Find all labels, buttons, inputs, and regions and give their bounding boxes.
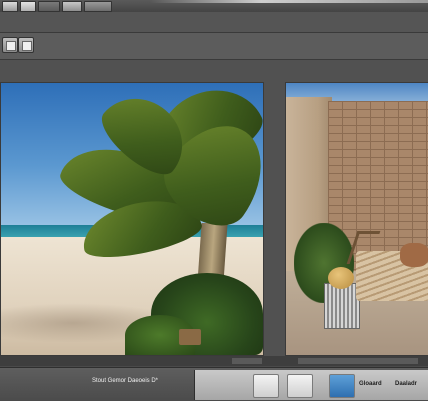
dock-label-1[interactable]: Gloaard <box>359 380 382 388</box>
frame-icon[interactable] <box>62 1 82 12</box>
wire-basket <box>324 283 360 329</box>
options-bar <box>0 12 428 33</box>
image-icon[interactable] <box>20 1 36 12</box>
panel-toggle-button[interactable] <box>84 1 112 12</box>
plant-pot <box>179 329 201 345</box>
layers-icon[interactable] <box>38 1 60 12</box>
status-text <box>232 358 262 364</box>
pillow <box>400 243 428 267</box>
select-icon[interactable] <box>18 37 34 53</box>
patio-bench-photo[interactable] <box>285 82 428 356</box>
window-sheen <box>150 0 428 3</box>
document-label: Stout Gemor Daeoeis D* <box>91 378 159 384</box>
dock-label-2[interactable]: Daaladr <box>395 380 417 388</box>
beach-palm-photo[interactable] <box>0 82 264 356</box>
panel-status-bar <box>0 356 428 366</box>
display-icon[interactable] <box>329 374 355 398</box>
tool-row <box>0 33 428 60</box>
dock-panel: Gloaard Daaladr <box>194 370 428 400</box>
wicker-ball <box>328 267 354 289</box>
monitor-icon[interactable] <box>287 374 313 398</box>
card-icon[interactable] <box>253 374 279 398</box>
status-text <box>298 358 418 364</box>
crop-icon[interactable] <box>2 37 18 53</box>
home-icon[interactable] <box>2 1 18 12</box>
